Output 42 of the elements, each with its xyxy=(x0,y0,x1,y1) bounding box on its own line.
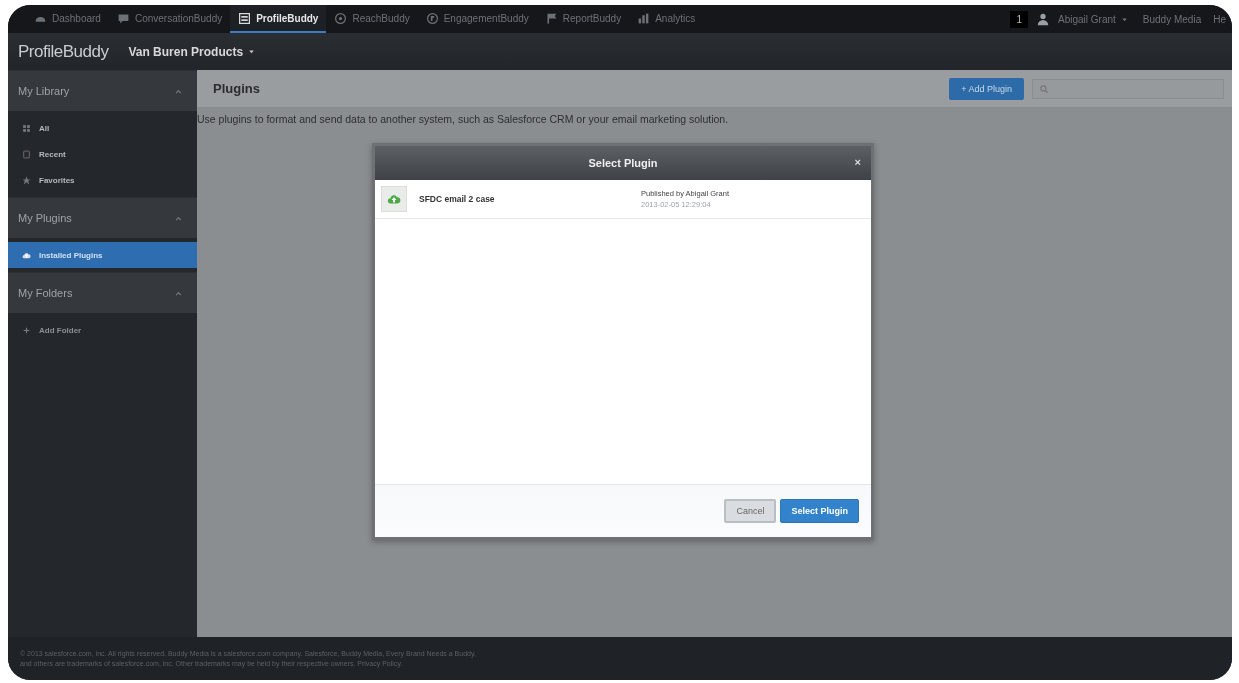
nav-tab[interactable]: Analytics xyxy=(629,5,704,33)
select-plugin-button[interactable]: Select Plugin xyxy=(780,499,859,523)
add-icon xyxy=(22,325,31,335)
app-logo: ProfileBuddy xyxy=(18,41,109,62)
user-menu[interactable]: Abigail Grant xyxy=(1050,13,1137,25)
nav-tab[interactable]: EngagementBuddy xyxy=(417,5,537,33)
nav-tab[interactable]: ReachBuddy xyxy=(326,5,418,33)
user-avatar-icon xyxy=(1036,12,1050,26)
sidebar-item[interactable]: Recent xyxy=(8,141,197,167)
sidebar-item[interactable]: Favorites xyxy=(8,167,197,193)
nav-tab[interactable]: ReportBuddy xyxy=(536,5,630,33)
nav-chat-icon xyxy=(116,11,130,25)
add-plugin-button[interactable]: + Add Plugin xyxy=(949,77,1024,100)
notification-badge[interactable]: 1 xyxy=(1010,10,1028,28)
grid-icon xyxy=(22,123,31,133)
nav-link[interactable]: He xyxy=(1207,13,1232,25)
sidebar-section-header[interactable]: My Plugins xyxy=(8,197,197,238)
sidebar-item[interactable]: All xyxy=(8,115,197,141)
star-icon xyxy=(22,175,31,185)
cloud-upload-icon xyxy=(387,192,401,206)
nav-flag-icon xyxy=(544,11,558,25)
plugin-name: SFDC email 2 case xyxy=(419,194,496,204)
nav-link[interactable]: Buddy Media xyxy=(1136,13,1208,25)
sidebar-section-header[interactable]: My Library xyxy=(8,70,197,111)
caret-icon xyxy=(247,47,257,56)
sidebar-section-header[interactable]: My Folders xyxy=(8,272,197,313)
nav-tab[interactable]: ProfileBuddy xyxy=(230,5,327,33)
sidebar-item[interactable]: Add Folder xyxy=(8,317,197,343)
search-icon xyxy=(1039,83,1049,94)
sidebar-item[interactable]: Installed Plugins xyxy=(8,242,197,268)
search-field[interactable] xyxy=(1032,78,1224,99)
page-description: Use plugins to format and send data to another system, such as Salesforce CRM or your email marketing solution. xyxy=(197,112,730,125)
nav-chart-icon xyxy=(637,11,651,25)
nav-tab[interactable]: ConversationBuddy xyxy=(108,5,231,33)
close-button[interactable]: × xyxy=(854,156,861,168)
nav-tab[interactable]: Dashboard xyxy=(26,5,109,33)
page-title: Plugins xyxy=(213,81,261,96)
dialog-title: Select Plugin xyxy=(588,157,658,169)
account-selector[interactable]: Van Buren Products xyxy=(128,44,257,59)
nav-profile-icon xyxy=(238,11,252,25)
cloud-icon xyxy=(22,250,31,260)
cancel-button[interactable]: Cancel xyxy=(724,499,777,523)
